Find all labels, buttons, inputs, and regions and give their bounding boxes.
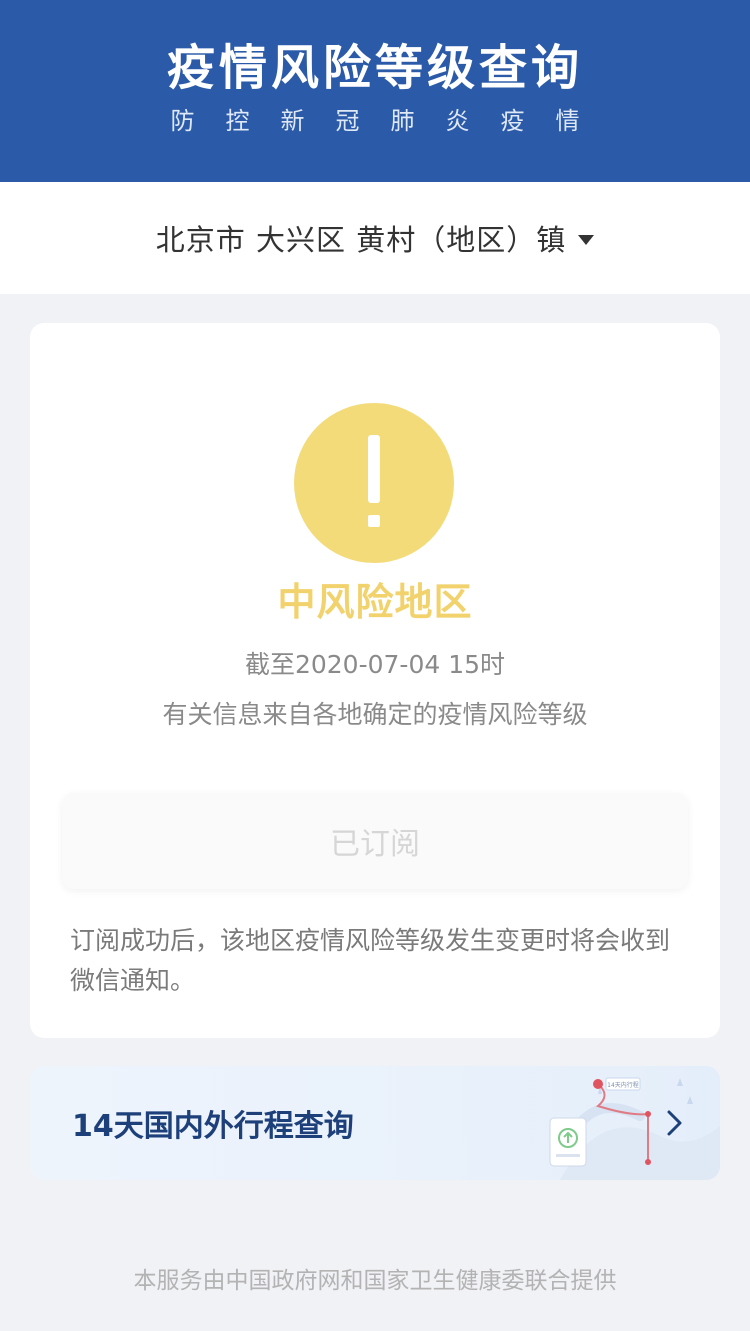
- subscribe-note: 订阅成功后，该地区疫情风险等级发生变更时将会收到微信通知。: [70, 926, 671, 995]
- trip-badge-text: 14天内行程: [607, 1081, 639, 1089]
- as-of-timestamp: 截至2020-07-04 15时: [244, 650, 506, 679]
- chevron-right-icon: [667, 1110, 682, 1136]
- caret-down-icon: [578, 235, 595, 245]
- risk-level-label: 中风险地区: [277, 580, 473, 624]
- subscribe-button[interactable]: 已订阅: [62, 793, 688, 889]
- page-title: 疫情风险等级查询: [166, 40, 583, 96]
- page-header: 疫情风险等级查询 防控新冠肺炎疫情: [0, 0, 750, 182]
- trip-query-link[interactable]: 14天国内外行程查询 14天内行程: [30, 1066, 720, 1180]
- warning-icon: [294, 403, 454, 563]
- info-source-note: 有关信息来自各地确定的疫情风险等级: [162, 700, 588, 729]
- page-subtitle: 防控新冠肺炎疫情: [170, 107, 611, 135]
- region-selected-label: 北京市 大兴区 黄村（地区）镇: [155, 223, 567, 257]
- region-selector[interactable]: 北京市 大兴区 黄村（地区）镇: [0, 182, 750, 294]
- risk-status-card: 中风险地区 截至2020-07-04 15时 有关信息来自各地确定的疫情风险等级…: [30, 323, 720, 1038]
- footer-note: 本服务由中国政府网和国家卫生健康委联合提供: [133, 1268, 617, 1294]
- trip-query-label: 14天国内外行程查询: [72, 1109, 354, 1144]
